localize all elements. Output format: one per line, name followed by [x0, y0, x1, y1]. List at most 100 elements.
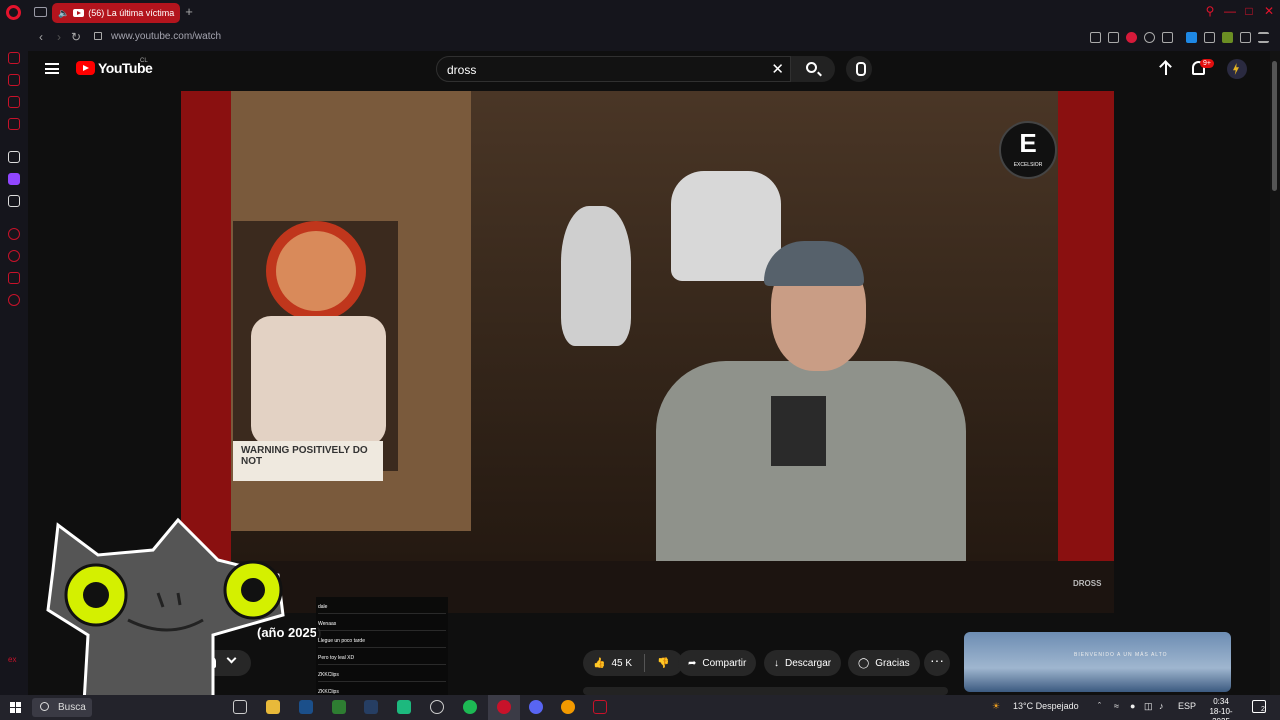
steam-icon[interactable] — [299, 700, 313, 714]
extensions-icon[interactable] — [1204, 32, 1215, 43]
maximize-button[interactable]: □ — [1241, 4, 1257, 18]
speaker-icon[interactable]: 🔈 — [58, 8, 69, 19]
network-icon[interactable]: ◫ — [1144, 701, 1153, 712]
red-curtain-left — [181, 91, 231, 561]
mic-tray-icon[interactable]: ● — [1130, 701, 1135, 711]
workspaces-icon[interactable] — [34, 7, 47, 17]
divider — [644, 654, 646, 672]
new-tab-button[interactable]: + — [182, 4, 196, 19]
close-window-button[interactable]: ✕ — [1261, 4, 1277, 18]
avatar[interactable] — [1227, 59, 1247, 79]
minimize-button[interactable]: — — [1222, 4, 1238, 18]
player-icon[interactable] — [1144, 32, 1155, 43]
sidebar-messenger-icon[interactable] — [8, 96, 20, 108]
reload-button[interactable]: ↻ — [69, 30, 83, 44]
vscode-icon[interactable] — [364, 700, 378, 714]
vpn-icon[interactable] — [1126, 32, 1137, 43]
doll-head — [276, 231, 356, 311]
file-explorer-icon[interactable] — [266, 700, 280, 714]
sidebar-bag-icon[interactable] — [8, 74, 20, 86]
snapshot-icon[interactable] — [1108, 32, 1119, 43]
thumbnail-text: BIENVENIDO A UN MÁS ALTO — [1074, 652, 1168, 658]
weather-text[interactable]: 13°C Despejado — [1013, 701, 1079, 711]
sidebar-app-icon[interactable] — [8, 151, 20, 163]
sidebar-pinboard-icon[interactable] — [8, 272, 20, 284]
download-button[interactable]: ↓ Descargar — [764, 650, 842, 676]
bookmark-icon[interactable] — [1090, 32, 1101, 43]
chat-text: dale — [318, 604, 328, 610]
notification-count: 2 — [1261, 706, 1265, 713]
skull-figure — [561, 206, 631, 346]
sidebar-twitch-icon[interactable] — [8, 173, 20, 185]
video-player[interactable]: WARNING POSITIVELY DO NOT E EXCELSIOR DR… — [181, 91, 1114, 613]
thanks-icon: ◯ — [858, 657, 870, 669]
cat-pupil-right — [241, 578, 265, 602]
sidebar-x-icon[interactable] — [8, 195, 20, 207]
chrome-icon[interactable] — [561, 700, 575, 714]
thumbs-down-icon[interactable]: 👎 — [657, 658, 669, 669]
thumbs-up-icon[interactable]: 👍 — [593, 658, 605, 669]
opera-logo-icon[interactable] — [6, 5, 21, 20]
task-view-icon[interactable] — [233, 700, 247, 714]
sidebar-ai-icon[interactable] — [8, 52, 20, 64]
voice-search-icon[interactable] — [846, 56, 872, 82]
thanks-button[interactable]: ◯ Gracias — [848, 650, 920, 676]
clock[interactable]: 0:34 18-10-2025 — [1201, 697, 1241, 720]
tray-chevron-icon[interactable]: ˆ — [1098, 701, 1101, 711]
chat-message: ZKKClips — [318, 665, 446, 682]
spotify-icon[interactable] — [463, 700, 477, 714]
notification-center-icon[interactable]: 2 — [1252, 700, 1266, 713]
comment-area[interactable] — [583, 687, 948, 695]
language-indicator[interactable]: ESP — [1178, 701, 1196, 711]
sidebar-player-icon[interactable] — [8, 228, 20, 240]
volume-icon[interactable]: ♪ — [1159, 701, 1164, 711]
downloads-icon[interactable] — [1240, 32, 1251, 43]
share-button[interactable]: ➦ Compartir — [678, 650, 757, 676]
sidebar-notes-icon[interactable] — [8, 118, 20, 130]
discord-icon[interactable] — [529, 700, 543, 714]
chat-message: Wenaas — [318, 614, 446, 631]
windows-start-icon[interactable] — [10, 702, 21, 713]
sidebar-more-icon[interactable]: ex — [8, 655, 20, 667]
extension-icon[interactable] — [1222, 32, 1233, 43]
opera-taskbar-icon[interactable] — [497, 700, 511, 714]
taskbar-search-label: Busca — [58, 702, 86, 713]
share-label: Compartir — [702, 657, 747, 669]
browser-tab-active[interactable]: 🔈 (56) La última víctima — [52, 3, 180, 23]
search-input[interactable]: dross — [447, 63, 476, 77]
like-dislike-group[interactable]: 👍 45 K 👎 — [583, 650, 683, 676]
menu-icon[interactable] — [1258, 32, 1269, 43]
obs-icon[interactable] — [430, 700, 444, 714]
scrollbar-thumb[interactable] — [1272, 61, 1277, 191]
search-tabs-icon[interactable]: ⚲ — [1202, 4, 1218, 18]
heart-icon[interactable] — [1162, 32, 1173, 43]
more-actions-button[interactable]: ··· — [924, 650, 950, 676]
search-icon — [40, 702, 49, 711]
excelsior-letter: E — [1019, 128, 1037, 158]
weather-icon[interactable]: ☀ — [992, 701, 1000, 712]
recommended-video-thumbnail[interactable]: BIENVENIDO A UN MÁS ALTO — [964, 632, 1231, 692]
youtube-logo-icon[interactable] — [76, 61, 95, 75]
address-bar: ‹ › ↻ www.youtube.com/watch — [28, 25, 1280, 51]
url-field[interactable]: www.youtube.com/watch — [111, 31, 221, 42]
app-red-icon[interactable] — [593, 700, 607, 714]
back-button[interactable]: ‹ — [34, 30, 48, 44]
sidebar-settings-icon[interactable] — [8, 294, 20, 306]
stream-chat-overlay: dale Wenaas Llegue un poco tarde Pero to… — [316, 597, 448, 695]
sidebar-history-icon[interactable] — [8, 250, 20, 262]
upload-icon[interactable] — [1159, 61, 1173, 77]
translate-extension-icon[interactable] — [1186, 32, 1197, 43]
hamburger-menu-icon[interactable] — [45, 63, 59, 74]
clear-search-icon[interactable]: ✕ — [771, 60, 784, 78]
app-icon[interactable] — [332, 700, 346, 714]
clock-date: 18-10-2025 — [1209, 707, 1233, 720]
youtube-header: YouTube CL dross ✕ 9+ — [28, 51, 1280, 87]
app-green-icon[interactable] — [397, 700, 411, 714]
taskbar-search[interactable]: Busca — [32, 698, 92, 717]
search-button[interactable] — [791, 56, 835, 82]
lock-icon[interactable] — [94, 32, 102, 40]
forward-button[interactable]: › — [52, 30, 66, 44]
wifi-icon[interactable]: ≈ — [1114, 701, 1119, 711]
dross-watermark: DROSS — [1073, 579, 1102, 588]
search-box[interactable]: dross ✕ — [436, 56, 791, 82]
